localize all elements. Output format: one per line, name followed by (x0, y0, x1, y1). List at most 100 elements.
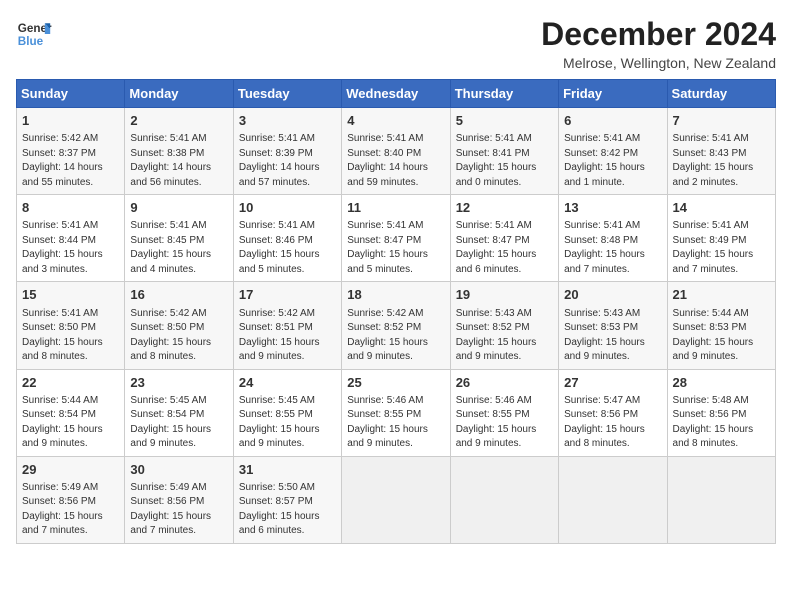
day-number: 28 (673, 374, 770, 392)
day-number: 27 (564, 374, 661, 392)
day-number: 18 (347, 286, 444, 304)
calendar-cell: 15 Sunrise: 5:41 AM Sunset: 8:50 PM Dayli… (17, 282, 125, 369)
calendar-week-4: 22 Sunrise: 5:44 AM Sunset: 8:54 PM Dayli… (17, 369, 776, 456)
calendar-table: SundayMondayTuesdayWednesdayThursdayFrid… (16, 79, 776, 544)
calendar-week-2: 8Sunrise: 5:41 AM Sunset: 8:44 PM Daylig… (17, 195, 776, 282)
calendar-cell: 30 Sunrise: 5:49 AM Sunset: 8:56 PM Dayli… (125, 456, 233, 543)
day-number: 30 (130, 461, 227, 479)
day-info: Sunrise: 5:45 AM Sunset: 8:54 PM Dayligh… (130, 394, 227, 452)
day-info: Sunrise: 5:46 AM Sunset: 8:55 PM Dayligh… (456, 394, 553, 452)
weekday-header-tuesday: Tuesday (233, 80, 341, 108)
day-number: 20 (564, 286, 661, 304)
calendar-cell: 22 Sunrise: 5:44 AM Sunset: 8:54 PM Dayli… (17, 369, 125, 456)
main-title: December 2024 (541, 16, 776, 53)
day-number: 7 (673, 112, 770, 130)
day-info: Sunrise: 5:50 AM Sunset: 8:57 PM Dayligh… (239, 481, 336, 539)
day-info: Sunrise: 5:47 AM Sunset: 8:56 PM Dayligh… (564, 394, 661, 452)
calendar-cell: 14Sunrise: 5:41 AM Sunset: 8:49 PM Dayli… (667, 195, 775, 282)
page-header: General Blue December 2024 Melrose, Well… (16, 16, 776, 71)
day-number: 5 (456, 112, 553, 130)
calendar-cell: 27 Sunrise: 5:47 AM Sunset: 8:56 PM Dayli… (559, 369, 667, 456)
day-info: Sunrise: 5:48 AM Sunset: 8:56 PM Dayligh… (673, 394, 770, 452)
day-number: 16 (130, 286, 227, 304)
day-number: 29 (22, 461, 119, 479)
day-number: 9 (130, 199, 227, 217)
calendar-cell: 31 Sunrise: 5:50 AM Sunset: 8:57 PM Dayli… (233, 456, 341, 543)
day-info: Sunrise: 5:41 AM Sunset: 8:47 PM Dayligh… (456, 219, 553, 277)
weekday-header-monday: Monday (125, 80, 233, 108)
day-number: 3 (239, 112, 336, 130)
calendar-cell: 2Sunrise: 5:41 AM Sunset: 8:38 PM Daylig… (125, 108, 233, 195)
weekday-header-friday: Friday (559, 80, 667, 108)
logo-icon: General Blue (16, 16, 52, 52)
day-number: 23 (130, 374, 227, 392)
calendar-cell: 23 Sunrise: 5:45 AM Sunset: 8:54 PM Dayli… (125, 369, 233, 456)
day-number: 11 (347, 199, 444, 217)
weekday-header-sunday: Sunday (17, 80, 125, 108)
day-number: 24 (239, 374, 336, 392)
day-info: Sunrise: 5:41 AM Sunset: 8:45 PM Dayligh… (130, 219, 227, 277)
day-number: 26 (456, 374, 553, 392)
day-info: Sunrise: 5:41 AM Sunset: 8:48 PM Dayligh… (564, 219, 661, 277)
calendar-cell: 28 Sunrise: 5:48 AM Sunset: 8:56 PM Dayli… (667, 369, 775, 456)
day-number: 31 (239, 461, 336, 479)
weekday-header-row: SundayMondayTuesdayWednesdayThursdayFrid… (17, 80, 776, 108)
calendar-week-3: 15 Sunrise: 5:41 AM Sunset: 8:50 PM Dayli… (17, 282, 776, 369)
calendar-cell: 21 Sunrise: 5:44 AM Sunset: 8:53 PM Dayli… (667, 282, 775, 369)
calendar-cell: 24 Sunrise: 5:45 AM Sunset: 8:55 PM Dayli… (233, 369, 341, 456)
weekday-header-thursday: Thursday (450, 80, 558, 108)
day-info: Sunrise: 5:46 AM Sunset: 8:55 PM Dayligh… (347, 394, 444, 452)
calendar-header: SundayMondayTuesdayWednesdayThursdayFrid… (17, 80, 776, 108)
day-number: 10 (239, 199, 336, 217)
calendar-cell: 10Sunrise: 5:41 AM Sunset: 8:46 PM Dayli… (233, 195, 341, 282)
calendar-cell: 26 Sunrise: 5:46 AM Sunset: 8:55 PM Dayli… (450, 369, 558, 456)
day-info: Sunrise: 5:44 AM Sunset: 8:54 PM Dayligh… (22, 394, 119, 452)
day-number: 17 (239, 286, 336, 304)
day-info: Sunrise: 5:44 AM Sunset: 8:53 PM Dayligh… (673, 307, 770, 365)
day-number: 13 (564, 199, 661, 217)
day-info: Sunrise: 5:41 AM Sunset: 8:40 PM Dayligh… (347, 132, 444, 190)
calendar-week-5: 29 Sunrise: 5:49 AM Sunset: 8:56 PM Dayli… (17, 456, 776, 543)
calendar-cell: 6Sunrise: 5:41 AM Sunset: 8:42 PM Daylig… (559, 108, 667, 195)
calendar-cell (342, 456, 450, 543)
day-info: Sunrise: 5:41 AM Sunset: 8:50 PM Dayligh… (22, 307, 119, 365)
calendar-cell: 25 Sunrise: 5:46 AM Sunset: 8:55 PM Dayli… (342, 369, 450, 456)
day-info: Sunrise: 5:41 AM Sunset: 8:39 PM Dayligh… (239, 132, 336, 190)
calendar-cell: 18 Sunrise: 5:42 AM Sunset: 8:52 PM Dayli… (342, 282, 450, 369)
day-number: 6 (564, 112, 661, 130)
day-info: Sunrise: 5:43 AM Sunset: 8:53 PM Dayligh… (564, 307, 661, 365)
calendar-cell: 13 Sunrise: 5:41 AM Sunset: 8:48 PM Dayli… (559, 195, 667, 282)
calendar-cell: 20 Sunrise: 5:43 AM Sunset: 8:53 PM Dayli… (559, 282, 667, 369)
day-number: 21 (673, 286, 770, 304)
day-info: Sunrise: 5:49 AM Sunset: 8:56 PM Dayligh… (22, 481, 119, 539)
day-number: 22 (22, 374, 119, 392)
calendar-cell: 9 Sunrise: 5:41 AM Sunset: 8:45 PM Daylig… (125, 195, 233, 282)
calendar-cell: 16 Sunrise: 5:42 AM Sunset: 8:50 PM Dayli… (125, 282, 233, 369)
calendar-cell: 7Sunrise: 5:41 AM Sunset: 8:43 PM Daylig… (667, 108, 775, 195)
day-info: Sunrise: 5:42 AM Sunset: 8:50 PM Dayligh… (130, 307, 227, 365)
calendar-cell: 8Sunrise: 5:41 AM Sunset: 8:44 PM Daylig… (17, 195, 125, 282)
day-number: 15 (22, 286, 119, 304)
day-number: 4 (347, 112, 444, 130)
calendar-cell: 17Sunrise: 5:42 AM Sunset: 8:51 PM Dayli… (233, 282, 341, 369)
weekday-header-saturday: Saturday (667, 80, 775, 108)
calendar-cell: 4 Sunrise: 5:41 AM Sunset: 8:40 PM Daylig… (342, 108, 450, 195)
calendar-cell: 1Sunrise: 5:42 AM Sunset: 8:37 PM Daylig… (17, 108, 125, 195)
day-number: 19 (456, 286, 553, 304)
day-info: Sunrise: 5:41 AM Sunset: 8:47 PM Dayligh… (347, 219, 444, 277)
day-number: 14 (673, 199, 770, 217)
day-number: 12 (456, 199, 553, 217)
day-info: Sunrise: 5:42 AM Sunset: 8:52 PM Dayligh… (347, 307, 444, 365)
calendar-cell: 3 Sunrise: 5:41 AM Sunset: 8:39 PM Daylig… (233, 108, 341, 195)
day-number: 2 (130, 112, 227, 130)
day-info: Sunrise: 5:49 AM Sunset: 8:56 PM Dayligh… (130, 481, 227, 539)
calendar-cell: 19 Sunrise: 5:43 AM Sunset: 8:52 PM Dayli… (450, 282, 558, 369)
day-number: 25 (347, 374, 444, 392)
weekday-header-wednesday: Wednesday (342, 80, 450, 108)
day-info: Sunrise: 5:45 AM Sunset: 8:55 PM Dayligh… (239, 394, 336, 452)
calendar-cell: 5Sunrise: 5:41 AM Sunset: 8:41 PM Daylig… (450, 108, 558, 195)
day-info: Sunrise: 5:41 AM Sunset: 8:44 PM Dayligh… (22, 219, 119, 277)
day-info: Sunrise: 5:43 AM Sunset: 8:52 PM Dayligh… (456, 307, 553, 365)
calendar-cell: 29 Sunrise: 5:49 AM Sunset: 8:56 PM Dayli… (17, 456, 125, 543)
title-block: December 2024 Melrose, Wellington, New Z… (541, 16, 776, 71)
